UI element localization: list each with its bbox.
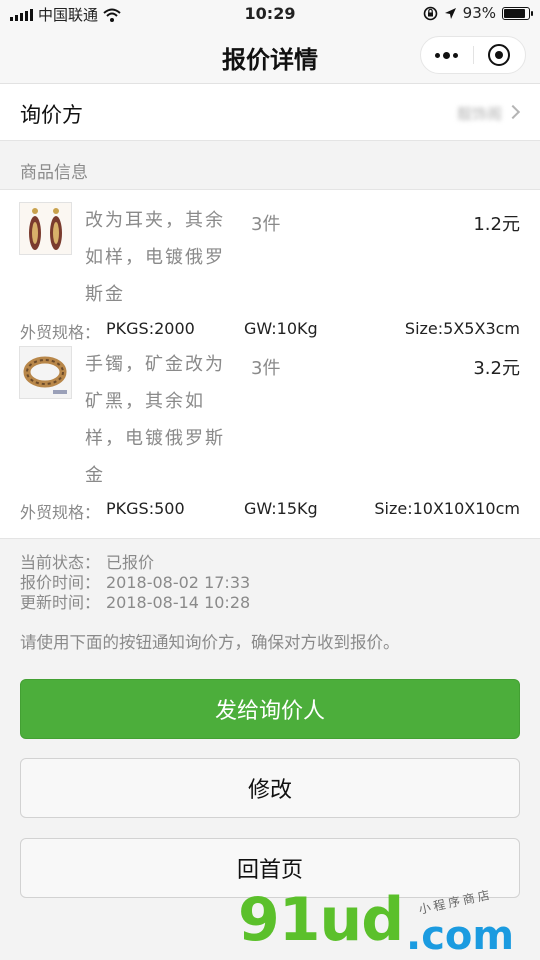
location-arrow-icon <box>444 7 456 19</box>
state-label: 当前状态： <box>20 553 101 572</box>
quote-status-info: 当前状态： 已报价 报价时间： 2018-08-02 17:33 更新时间： 2… <box>20 553 250 613</box>
goods-section-title: 商品信息 <box>20 163 88 183</box>
status-line: 更新时间： 2018-08-14 10:28 <box>20 593 250 613</box>
inquirer-label: 询价方 <box>20 103 83 127</box>
more-button[interactable] <box>421 37 473 73</box>
status-right: 93% <box>423 4 533 22</box>
notice-text: 请使用下面的按钮通知询价方，确保对方收到报价。 <box>20 633 400 652</box>
nav-bar: 报价详情 <box>0 28 540 84</box>
update-time-value: 2018-08-14 10:28 <box>106 593 251 612</box>
goods-description: 手镯，矿金改为矿黑，其余如样，电镀俄罗斯金 <box>85 354 225 486</box>
spec-gross-weight: GW:10Kg <box>244 319 318 338</box>
battery-icon <box>502 6 533 20</box>
watermark-suffix: .com <box>406 913 515 959</box>
inquirer-row[interactable]: 询价方 靓饰阁 <box>0 84 540 141</box>
goods-price: 3.2元 <box>473 358 520 379</box>
spec-pkgs: PKGS:500 <box>106 499 185 518</box>
spec-size: Size:5X5X3cm <box>404 319 520 338</box>
goods-item: 手镯，矿金改为矿黑，其余如样，电镀俄罗斯金 3件 3.2元 外贸规格： PKGS… <box>0 340 540 540</box>
goods-item: 改为耳夹，其余如样，电镀俄罗斯金 3件 1.2元 外贸规格： PKGS:2000… <box>0 190 540 342</box>
chevron-right-icon <box>505 104 521 120</box>
state-value: 已报价 <box>106 553 155 572</box>
orientation-lock-icon <box>423 6 437 20</box>
spec-pkgs: PKGS:2000 <box>106 319 195 338</box>
status-bar: 中国联通 10:29 93% <box>0 0 540 28</box>
inquirer-name: 靓饰阁 <box>456 105 502 123</box>
earring-thumbnail[interactable] <box>19 202 72 255</box>
quote-time-label: 报价时间： <box>20 573 101 592</box>
goods-description: 改为耳夹，其余如样，电镀俄罗斯金 <box>85 210 225 305</box>
battery-percent: 93% <box>462 4 496 22</box>
spec-label: 外贸规格： <box>20 503 101 522</box>
send-to-inquirer-button[interactable]: 发给询价人 <box>20 679 520 739</box>
status-line: 报价时间： 2018-08-02 17:33 <box>20 573 250 593</box>
edit-button[interactable]: 修改 <box>20 758 520 818</box>
goods-quantity: 3件 <box>251 214 281 235</box>
quote-time-value: 2018-08-02 17:33 <box>106 573 251 592</box>
mini-program-capsule <box>420 36 526 74</box>
goods-quantity: 3件 <box>251 358 281 379</box>
more-dots-icon <box>435 51 459 59</box>
goods-panel: 改为耳夹，其余如样，电镀俄罗斯金 3件 1.2元 外贸规格： PKGS:2000… <box>0 189 540 539</box>
goods-price: 1.2元 <box>473 214 520 235</box>
spec-gross-weight: GW:15Kg <box>244 499 318 518</box>
status-line: 当前状态： 已报价 <box>20 553 250 573</box>
bracelet-thumbnail[interactable] <box>19 346 72 399</box>
update-time-label: 更新时间： <box>20 593 101 612</box>
target-icon <box>488 44 511 66</box>
close-mini-program-button[interactable] <box>474 37 526 73</box>
home-button[interactable]: 回首页 <box>20 838 520 898</box>
spec-size: Size:10X10X10cm <box>374 499 520 518</box>
